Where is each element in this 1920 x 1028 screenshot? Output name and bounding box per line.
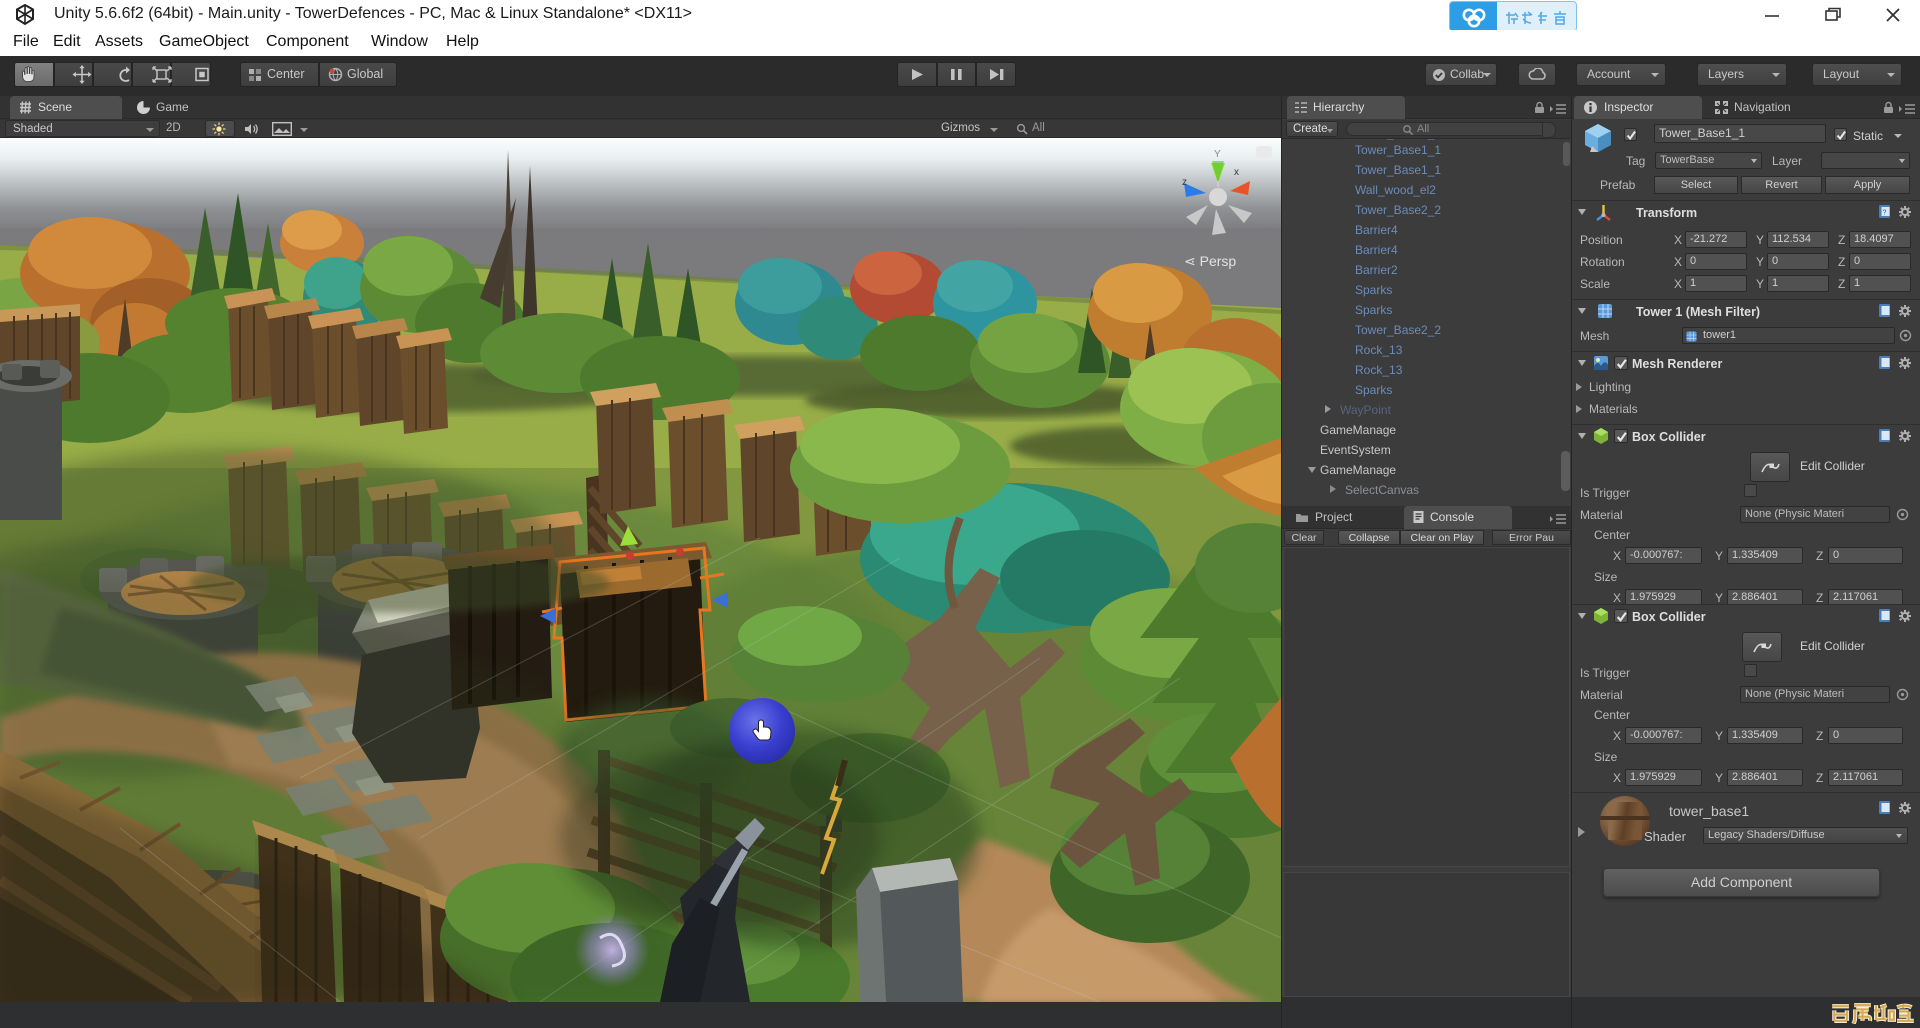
svg-text:?: ? <box>1883 210 1887 217</box>
svg-text:Y: Y <box>1214 149 1221 160</box>
svg-text:z: z <box>1182 177 1187 188</box>
svg-text:⋖ Persp: ⋖ Persp <box>1184 253 1236 269</box>
svg-text:x: x <box>1234 167 1239 178</box>
